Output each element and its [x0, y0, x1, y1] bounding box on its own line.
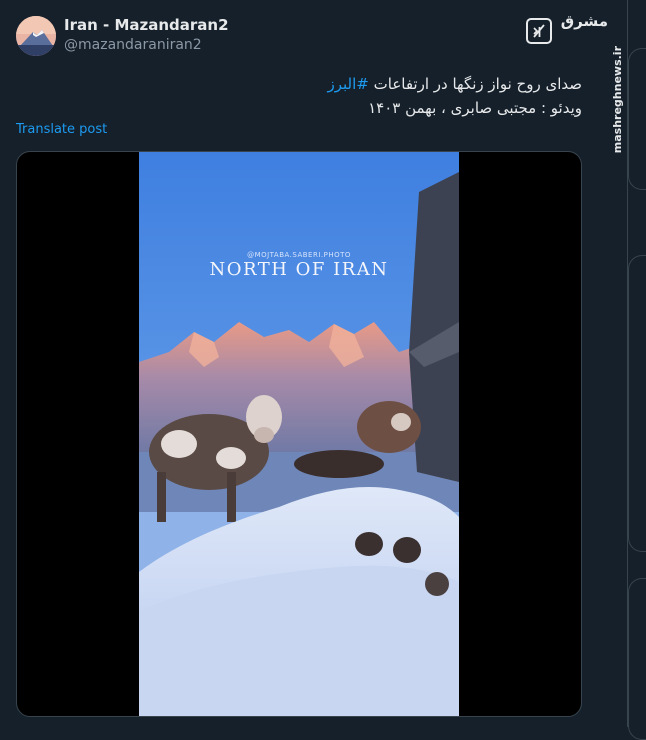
grok-icon[interactable]	[526, 18, 552, 44]
site-watermark: mashreghnews.ir	[611, 46, 624, 154]
rail-card	[628, 48, 646, 190]
author-handle[interactable]: @mazandaraniran2	[64, 37, 202, 53]
post: Iran - Mazandaran2 @mazandaraniran2 صدای…	[0, 0, 600, 727]
post-text-line-1: صدای روح نواز زنگها در ارتفاعات #البرز	[62, 72, 583, 96]
rail-card	[628, 578, 646, 740]
post-text-line-2: ویدئو : مجتبی صابری ، بهمن ۱۴۰۳	[368, 99, 582, 117]
author-name[interactable]: Iran - Mazandaran2	[64, 16, 229, 34]
video-scene	[139, 152, 459, 716]
translate-post-link[interactable]: Translate post	[16, 122, 107, 137]
video-frame[interactable]: @MOJTABA.SABERI.PHOTO NORTH OF IRAN	[139, 152, 459, 716]
post-text: صدای روح نواز زنگها در ارتفاعات #البرز و…	[62, 72, 583, 120]
media-video[interactable]: @MOJTABA.SABERI.PHOTO NORTH OF IRAN	[16, 151, 582, 717]
video-watermark: @MOJTABA.SABERI.PHOTO	[247, 251, 351, 259]
post-text-prefix: صدای روح نواز زنگها در ارتفاعات	[368, 75, 582, 93]
avatar[interactable]	[16, 16, 56, 56]
site-logo: مشرق	[560, 12, 608, 30]
video-title: NORTH OF IRAN	[209, 259, 389, 280]
rail-card	[628, 255, 646, 552]
hashtag-link[interactable]: #البرز	[328, 75, 369, 93]
